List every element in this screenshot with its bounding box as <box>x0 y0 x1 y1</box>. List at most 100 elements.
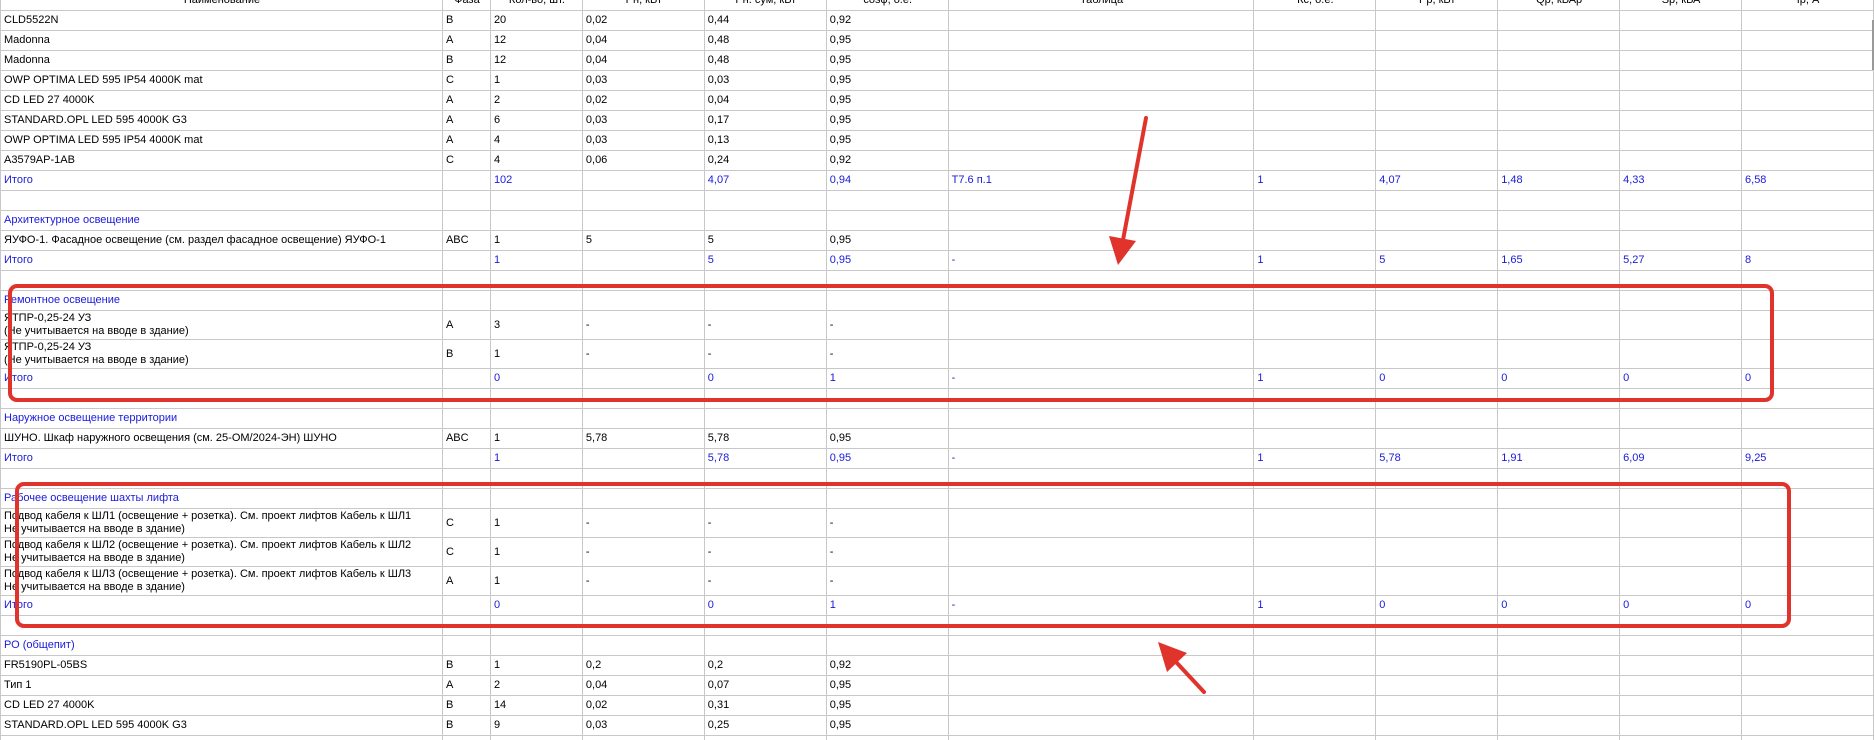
col-header-table[interactable]: Таблица <box>947 0 1255 11</box>
cell-phase[interactable] <box>441 408 491 429</box>
cell-name[interactable] <box>0 735 443 740</box>
cell-table[interactable] <box>947 735 1255 740</box>
cell-cosphi[interactable]: 1 <box>825 368 949 389</box>
cell-name[interactable]: ЯТПР-0,25-24 УЗ (Не учитывается на вводе … <box>0 310 443 340</box>
cell-qty[interactable] <box>489 615 583 636</box>
cell-qty[interactable] <box>489 635 583 656</box>
cell-cosphi[interactable]: 0,95 <box>825 30 949 51</box>
cell-sr[interactable] <box>1619 230 1743 251</box>
cell-qr[interactable] <box>1497 339 1621 369</box>
cell-cosphi[interactable]: 0,95 <box>825 250 949 271</box>
cell-table[interactable] <box>947 675 1255 696</box>
cell-qr[interactable] <box>1497 230 1621 251</box>
cell-ir[interactable] <box>1741 695 1874 716</box>
cell-name[interactable] <box>0 468 443 489</box>
cell-qr[interactable] <box>1497 270 1621 291</box>
cell-pn-sum[interactable]: 4,07 <box>703 170 827 191</box>
cell-pn-sum[interactable] <box>703 270 827 291</box>
cell-table[interactable] <box>947 10 1255 31</box>
cell-table[interactable] <box>947 50 1255 71</box>
cell-ir[interactable] <box>1741 150 1874 171</box>
cell-name[interactable]: ЯТПР-0,25-24 УЗ (Не учитывается на вводе … <box>0 339 443 369</box>
cell-pr[interactable] <box>1375 270 1499 291</box>
cell-table[interactable] <box>947 655 1255 676</box>
cell-qr[interactable] <box>1497 428 1621 449</box>
cell-sr[interactable] <box>1619 339 1743 369</box>
cell-table[interactable] <box>947 310 1255 340</box>
cell-sr[interactable]: 0 <box>1619 595 1743 616</box>
cell-ir[interactable] <box>1741 190 1874 211</box>
cell-sr[interactable] <box>1619 695 1743 716</box>
cell-phase[interactable]: B <box>441 715 491 736</box>
cell-name[interactable]: Итого <box>0 368 443 389</box>
cell-ir[interactable] <box>1741 408 1874 429</box>
cell-pr[interactable]: 5 <box>1375 250 1499 271</box>
cell-ir[interactable] <box>1741 270 1874 291</box>
cell-cosphi[interactable] <box>825 210 949 231</box>
cell-pr[interactable] <box>1375 655 1499 676</box>
cell-qty[interactable]: 9 <box>489 715 583 736</box>
cell-pr[interactable] <box>1375 190 1499 211</box>
cell-name[interactable]: Ремонтное освещение <box>0 290 443 311</box>
cell-qr[interactable] <box>1497 408 1621 429</box>
cell-ks[interactable] <box>1253 715 1377 736</box>
cell-pr[interactable] <box>1375 10 1499 31</box>
cell-ir[interactable]: 8 <box>1741 250 1874 271</box>
cell-pr[interactable] <box>1375 468 1499 489</box>
cell-phase[interactable]: A <box>441 310 491 340</box>
cell-ks[interactable] <box>1253 339 1377 369</box>
cell-pn-sum[interactable]: 0,2 <box>703 655 827 676</box>
cell-name[interactable]: CLD5522N <box>0 10 443 31</box>
cell-phase[interactable]: B <box>441 695 491 716</box>
cell-ks[interactable] <box>1253 270 1377 291</box>
cell-pn[interactable]: - <box>581 566 705 596</box>
cell-pr[interactable] <box>1375 615 1499 636</box>
cell-qty[interactable]: 1 <box>489 537 583 567</box>
cell-cosphi[interactable] <box>825 408 949 429</box>
cell-pn[interactable] <box>581 635 705 656</box>
cell-cosphi[interactable]: - <box>825 339 949 369</box>
cell-ks[interactable] <box>1253 110 1377 131</box>
cell-pn-sum[interactable]: 5 <box>703 250 827 271</box>
cell-cosphi[interactable] <box>825 468 949 489</box>
cell-qty[interactable]: 1 <box>489 655 583 676</box>
cell-ir[interactable] <box>1741 508 1874 538</box>
cell-sr[interactable] <box>1619 635 1743 656</box>
cell-pn[interactable] <box>581 468 705 489</box>
cell-ks[interactable] <box>1253 735 1377 740</box>
cell-ks[interactable] <box>1253 428 1377 449</box>
cell-pn[interactable]: - <box>581 537 705 567</box>
cell-phase[interactable] <box>441 635 491 656</box>
cell-pn[interactable]: 0,03 <box>581 715 705 736</box>
cell-pn-sum[interactable]: 0 <box>703 368 827 389</box>
cell-ir[interactable] <box>1741 50 1874 71</box>
cell-qr[interactable] <box>1497 50 1621 71</box>
cell-pr[interactable] <box>1375 150 1499 171</box>
cell-sr[interactable] <box>1619 508 1743 538</box>
cell-ir[interactable] <box>1741 715 1874 736</box>
cell-pn[interactable] <box>581 210 705 231</box>
cell-qr[interactable] <box>1497 537 1621 567</box>
cell-cosphi[interactable]: 0,95 <box>825 428 949 449</box>
cell-phase[interactable] <box>441 615 491 636</box>
cell-pr[interactable] <box>1375 508 1499 538</box>
cell-pn-sum[interactable]: 0,48 <box>703 30 827 51</box>
cell-sr[interactable] <box>1619 388 1743 409</box>
cell-cosphi[interactable] <box>825 735 949 740</box>
cell-ir[interactable] <box>1741 735 1874 740</box>
cell-ir[interactable] <box>1741 110 1874 131</box>
cell-qr[interactable] <box>1497 70 1621 91</box>
cell-name[interactable]: Подвод кабеля к ШЛ3 (освещение + розетка… <box>0 566 443 596</box>
cell-ir[interactable] <box>1741 30 1874 51</box>
cell-pn[interactable]: 0,06 <box>581 150 705 171</box>
cell-cosphi[interactable]: 0,95 <box>825 230 949 251</box>
cell-cosphi[interactable]: 0,95 <box>825 90 949 111</box>
cell-pn[interactable] <box>581 615 705 636</box>
cell-cosphi[interactable] <box>825 270 949 291</box>
cell-qr[interactable] <box>1497 735 1621 740</box>
cell-cosphi[interactable] <box>825 488 949 509</box>
cell-pr[interactable]: 0 <box>1375 368 1499 389</box>
cell-sr[interactable] <box>1619 110 1743 131</box>
cell-sr[interactable] <box>1619 90 1743 111</box>
cell-ir[interactable]: 0 <box>1741 368 1874 389</box>
